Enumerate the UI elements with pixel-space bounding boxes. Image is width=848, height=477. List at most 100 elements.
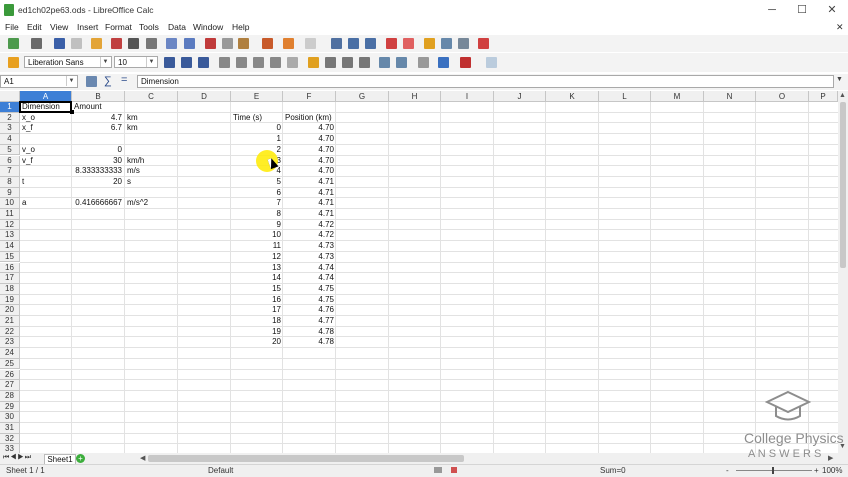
menu-help[interactable]: Help bbox=[232, 22, 249, 32]
menu-data[interactable]: Data bbox=[168, 22, 186, 32]
column-header-p[interactable]: P bbox=[809, 91, 838, 102]
cell-a5[interactable]: v_o bbox=[22, 145, 71, 156]
row-header-29[interactable]: 29 bbox=[0, 401, 20, 413]
scroll-right-icon[interactable]: ▶ bbox=[828, 454, 833, 462]
table-row-position[interactable]: 4.75 bbox=[283, 284, 334, 295]
chevron-down-icon[interactable]: ▼ bbox=[146, 57, 156, 67]
chart-icon[interactable] bbox=[386, 38, 397, 49]
table-row-time[interactable]: 19 bbox=[231, 327, 281, 338]
decrease-indent-icon[interactable] bbox=[379, 57, 390, 68]
table-row-time[interactable]: 14 bbox=[231, 273, 281, 284]
row-header-5[interactable]: 5 bbox=[0, 144, 20, 156]
name-box[interactable]: A1 ▼ bbox=[0, 75, 78, 88]
expand-formula-icon[interactable]: ▼ bbox=[836, 76, 843, 83]
add-sheet-icon[interactable]: + bbox=[76, 454, 85, 463]
spellcheck-icon[interactable] bbox=[166, 38, 177, 49]
menu-view[interactable]: View bbox=[50, 22, 68, 32]
row-header-12[interactable]: 12 bbox=[0, 219, 20, 231]
row-header-21[interactable]: 21 bbox=[0, 316, 20, 327]
special-char-icon[interactable] bbox=[424, 38, 435, 49]
pivot-icon[interactable] bbox=[403, 38, 414, 49]
paste-icon[interactable] bbox=[238, 38, 249, 49]
table-row-time[interactable]: 18 bbox=[231, 316, 281, 327]
row-header-4[interactable]: 4 bbox=[0, 134, 20, 145]
table-row-position[interactable]: 4.77 bbox=[283, 316, 334, 327]
row-header-7[interactable]: 7 bbox=[0, 166, 20, 177]
row-header-28[interactable]: 28 bbox=[0, 390, 20, 402]
row-header-2[interactable]: 2 bbox=[0, 112, 20, 124]
find-icon[interactable] bbox=[331, 38, 342, 49]
redo-icon[interactable] bbox=[305, 38, 316, 49]
select-all-corner[interactable] bbox=[0, 91, 20, 102]
table-row-position[interactable]: 4.70 bbox=[283, 156, 334, 167]
cell-b5[interactable]: 0 bbox=[72, 145, 122, 156]
menu-insert[interactable]: Insert bbox=[77, 22, 98, 32]
table-row-position[interactable]: 4.72 bbox=[283, 230, 334, 241]
table-row-position[interactable]: 4.78 bbox=[283, 327, 334, 338]
menu-format[interactable]: Format bbox=[105, 22, 132, 32]
table-row-time[interactable]: 15 bbox=[231, 284, 281, 295]
align-center-icon[interactable] bbox=[236, 57, 247, 68]
styles-icon[interactable] bbox=[8, 57, 19, 68]
row-header-14[interactable]: 14 bbox=[0, 241, 20, 252]
cell-f2[interactable]: Position (km) bbox=[285, 113, 335, 124]
table-row-time[interactable]: 5 bbox=[231, 177, 281, 188]
column-header-c[interactable]: C bbox=[125, 91, 178, 102]
row-header-25[interactable]: 25 bbox=[0, 358, 20, 370]
cell-b8[interactable]: 20 bbox=[72, 177, 122, 188]
align-right-icon[interactable] bbox=[253, 57, 264, 68]
export-pdf-icon[interactable] bbox=[111, 38, 122, 49]
table-row-position[interactable]: 4.71 bbox=[283, 177, 334, 188]
function-wizard-icon[interactable] bbox=[86, 76, 97, 87]
row-header-18[interactable]: 18 bbox=[0, 283, 20, 295]
chevron-down-icon[interactable]: ▼ bbox=[100, 57, 110, 67]
column-header-o[interactable]: O bbox=[756, 91, 809, 102]
cell-b6[interactable]: 30 bbox=[72, 156, 122, 167]
row-header-33[interactable]: 33 bbox=[0, 444, 20, 453]
column-header-g[interactable]: G bbox=[336, 91, 389, 102]
row-header-31[interactable]: 31 bbox=[0, 423, 20, 434]
table-row-position[interactable]: 4.75 bbox=[283, 295, 334, 306]
table-row-time[interactable]: 9 bbox=[231, 220, 281, 231]
underline-icon[interactable] bbox=[198, 57, 209, 68]
sum-icon[interactable]: ∑ bbox=[104, 75, 112, 87]
row-header-32[interactable]: 32 bbox=[0, 433, 20, 445]
maximize-button[interactable]: ☐ bbox=[792, 3, 812, 17]
borders-icon[interactable] bbox=[418, 57, 429, 68]
row-header-1[interactable]: 1 bbox=[0, 102, 20, 113]
table-row-time[interactable]: 12 bbox=[231, 252, 281, 263]
print-preview-icon[interactable] bbox=[146, 38, 157, 49]
table-row-time[interactable]: 1 bbox=[231, 134, 281, 145]
navigator-icon[interactable] bbox=[478, 38, 489, 49]
column-header-i[interactable]: I bbox=[441, 91, 494, 102]
formula-input[interactable]: Dimension bbox=[137, 75, 834, 88]
row-header-27[interactable]: 27 bbox=[0, 380, 20, 391]
cell-b1[interactable]: Amount bbox=[74, 102, 124, 113]
row-header-15[interactable]: 15 bbox=[0, 251, 20, 263]
sidebar-toggle-icon[interactable] bbox=[486, 57, 497, 68]
minimize-button[interactable]: ─ bbox=[762, 3, 782, 17]
sort-ascending-icon[interactable] bbox=[348, 38, 359, 49]
row-header-30[interactable]: 30 bbox=[0, 412, 20, 423]
font-size-box[interactable]: 10 ▼ bbox=[114, 56, 158, 68]
clone-format-icon[interactable] bbox=[262, 38, 273, 49]
column-header-b[interactable]: B bbox=[72, 91, 125, 102]
close-button[interactable]: ✕ bbox=[822, 3, 842, 17]
chevron-down-icon[interactable]: ▼ bbox=[66, 76, 76, 86]
horizontal-scrollbar-thumb[interactable] bbox=[148, 455, 464, 462]
cell-c7[interactable]: m/s bbox=[127, 166, 177, 177]
table-row-position[interactable]: 4.71 bbox=[283, 209, 334, 220]
autospell-icon[interactable] bbox=[184, 38, 195, 49]
table-row-time[interactable]: 20 bbox=[231, 337, 281, 348]
align-left-icon[interactable] bbox=[219, 57, 230, 68]
table-row-time[interactable]: 8 bbox=[231, 209, 281, 220]
cell-c2[interactable]: km bbox=[127, 113, 177, 124]
undo-icon[interactable] bbox=[283, 38, 294, 49]
cell-e2[interactable]: Time (s) bbox=[233, 113, 282, 124]
table-row-time[interactable]: 13 bbox=[231, 263, 281, 274]
zoom-slider[interactable] bbox=[736, 470, 812, 471]
menu-file[interactable]: File bbox=[5, 22, 19, 32]
table-row-position[interactable]: 4.72 bbox=[283, 220, 334, 231]
justify-icon[interactable] bbox=[270, 57, 281, 68]
cut-icon[interactable] bbox=[205, 38, 216, 49]
